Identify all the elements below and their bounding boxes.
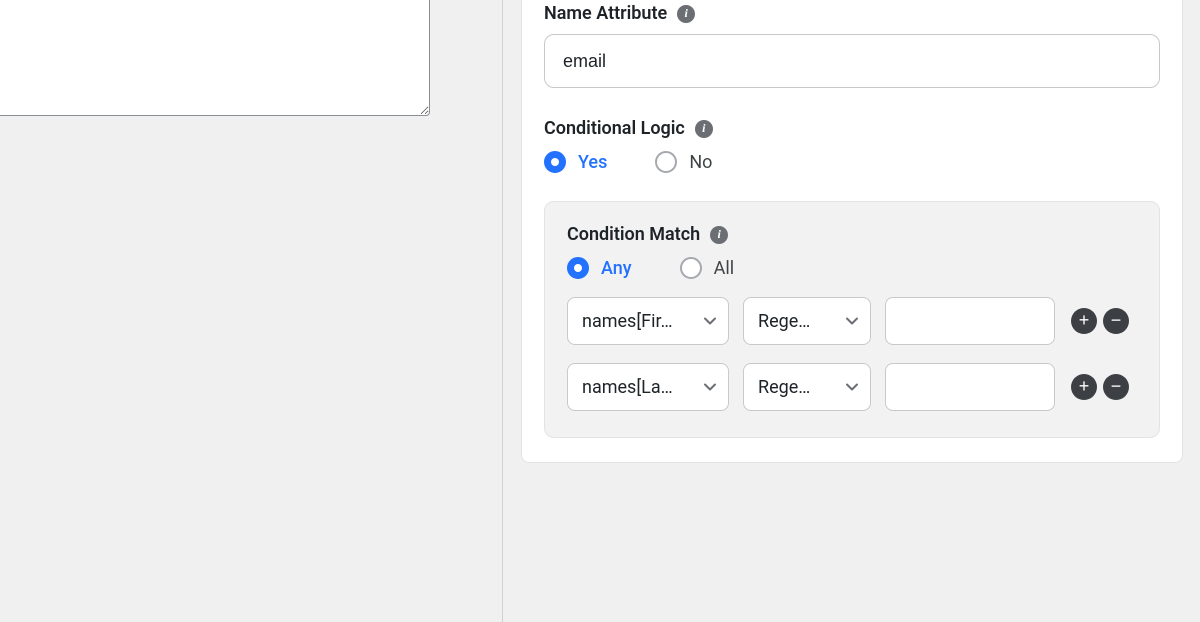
condition-match-label: Condition Match (567, 224, 700, 245)
name-attribute-group: Name Attribute i (544, 3, 1160, 88)
rule-field-select[interactable]: names[La… (567, 363, 729, 411)
radio-label-yes: Yes (578, 152, 607, 173)
conditional-logic-no[interactable]: No (655, 151, 712, 173)
minus-icon: − (1111, 377, 1122, 395)
rule-operator-select[interactable]: Rege… (743, 297, 871, 345)
condition-match-label-row: Condition Match i (567, 224, 1137, 245)
radio-icon (544, 151, 566, 173)
info-icon[interactable]: i (677, 5, 695, 23)
rule-operator-value: Rege… (758, 377, 834, 398)
name-attribute-label: Name Attribute (544, 3, 667, 24)
info-icon[interactable]: i (710, 226, 728, 244)
condition-match-panel: Condition Match i Any All names[Fir… (544, 201, 1160, 438)
condition-match-radio-row: Any All (567, 257, 1137, 279)
conditional-logic-radio-row: Yes No (544, 151, 1160, 173)
remove-rule-button[interactable]: − (1103, 308, 1129, 334)
chevron-down-icon (702, 313, 718, 329)
radio-label-any: Any (601, 258, 632, 279)
radio-icon (655, 151, 677, 173)
rule-value-input[interactable] (885, 363, 1055, 411)
conditional-logic-group: Conditional Logic i Yes No (544, 118, 1160, 173)
name-attribute-input[interactable] (544, 34, 1160, 88)
condition-match-any[interactable]: Any (567, 257, 632, 279)
radio-label-no: No (689, 152, 712, 173)
radio-label-all: All (714, 258, 735, 279)
minus-icon: − (1111, 311, 1122, 329)
left-textarea-container (0, 0, 430, 116)
rule-operator-value: Rege… (758, 311, 834, 332)
add-rule-button[interactable]: + (1071, 374, 1097, 400)
chevron-down-icon (702, 379, 718, 395)
settings-panel: Name Attribute i Conditional Logic i Yes… (521, 0, 1183, 463)
left-textarea[interactable] (0, 0, 430, 116)
rule-operator-select[interactable]: Rege… (743, 363, 871, 411)
name-attribute-label-row: Name Attribute i (544, 3, 1160, 24)
radio-icon (680, 257, 702, 279)
condition-rule-row: names[La… Rege… + − (567, 363, 1137, 411)
plus-icon: + (1079, 311, 1090, 329)
rule-value-input[interactable] (885, 297, 1055, 345)
conditional-logic-label-row: Conditional Logic i (544, 118, 1160, 139)
rule-field-value: names[La… (582, 377, 692, 398)
condition-rule-row: names[Fir… Rege… + − (567, 297, 1137, 345)
chevron-down-icon (844, 379, 860, 395)
chevron-down-icon (844, 313, 860, 329)
condition-match-all[interactable]: All (680, 257, 735, 279)
rule-field-select[interactable]: names[Fir… (567, 297, 729, 345)
conditional-logic-label: Conditional Logic (544, 118, 685, 139)
remove-rule-button[interactable]: − (1103, 374, 1129, 400)
rule-field-value: names[Fir… (582, 311, 692, 332)
radio-icon (567, 257, 589, 279)
add-rule-button[interactable]: + (1071, 308, 1097, 334)
right-settings-area: Name Attribute i Conditional Logic i Yes… (502, 0, 1200, 622)
rule-action-buttons: + − (1071, 308, 1129, 334)
info-icon[interactable]: i (695, 120, 713, 138)
rule-action-buttons: + − (1071, 374, 1129, 400)
conditional-logic-yes[interactable]: Yes (544, 151, 607, 173)
plus-icon: + (1079, 377, 1090, 395)
